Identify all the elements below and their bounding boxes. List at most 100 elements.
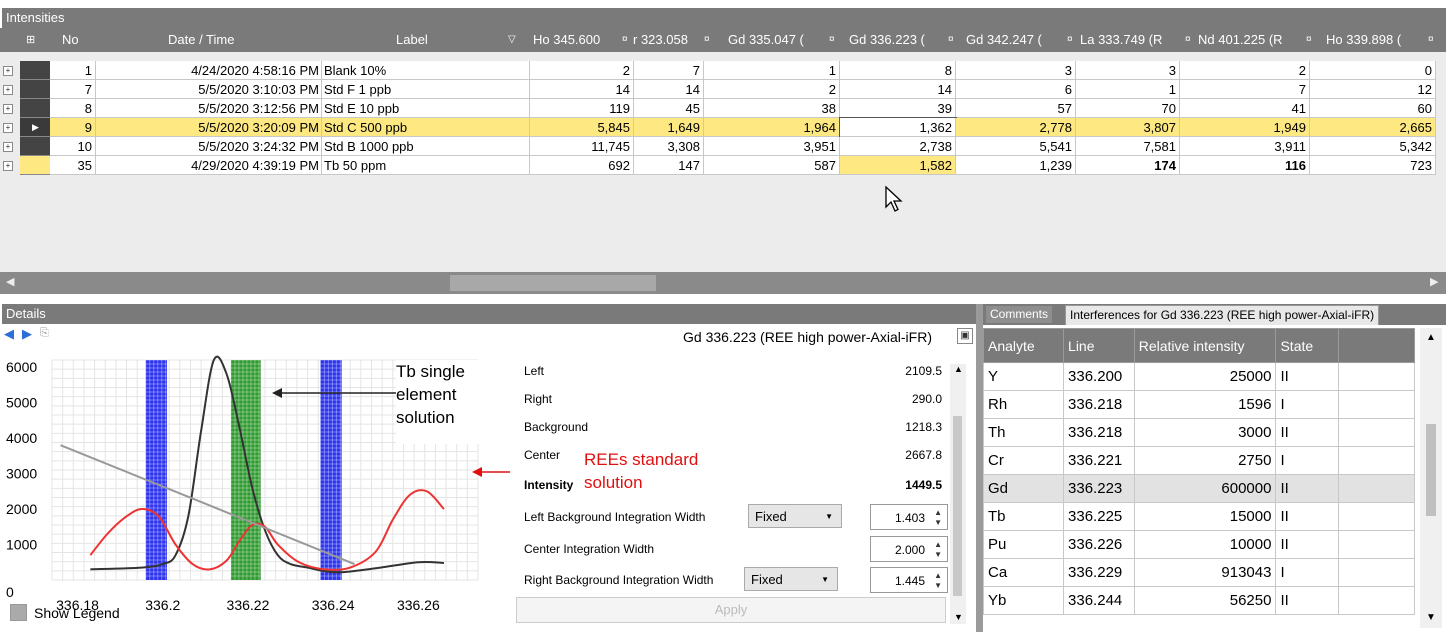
table-cell[interactable]: 119	[530, 99, 634, 118]
table-row[interactable]: +7 5/5/2020 3:10:03 PM Std F 1 ppb 14 14 2 14 6…	[0, 80, 1446, 99]
export-icon[interactable]: ▣	[957, 328, 973, 344]
column-datetime[interactable]: Date / Time	[168, 28, 268, 52]
col-state[interactable]: State	[1275, 328, 1339, 363]
scroll-left-icon[interactable]: ◀	[6, 275, 14, 288]
column-label[interactable]: Label	[396, 28, 456, 52]
spin-up-icon[interactable]: ▲	[934, 509, 942, 517]
interference-row[interactable]: Ca 336.229 913043 I	[982, 558, 1416, 587]
col-line[interactable]: Line	[1063, 328, 1135, 363]
table-cell[interactable]: 12	[1310, 80, 1436, 99]
table-cell[interactable]: Std B 1000 ppb	[322, 137, 530, 156]
row-selector[interactable]	[20, 156, 50, 175]
table-cell[interactable]: 14	[840, 80, 956, 99]
pin-icon[interactable]: ¤	[622, 28, 632, 52]
table-cell[interactable]: 2	[1180, 61, 1310, 80]
table-cell[interactable]: 4/24/2020 4:58:16 PM	[96, 61, 322, 80]
table-cell[interactable]: 4/29/2020 4:39:19 PM	[96, 156, 322, 175]
scroll-thumb[interactable]	[450, 275, 656, 291]
table-cell[interactable]: 5,342	[1310, 137, 1436, 156]
table-row[interactable]: +10 5/5/2020 3:24:32 PM Std B 1000 ppb 11,7…	[0, 137, 1446, 156]
table-cell[interactable]: 2,738	[840, 137, 956, 156]
table-cell[interactable]: 147	[634, 156, 704, 175]
expand-icon[interactable]: +	[3, 66, 13, 76]
table-cell[interactable]: 38	[704, 99, 840, 118]
pin-icon[interactable]: ¤	[1067, 28, 1077, 52]
row-selector[interactable]	[20, 137, 50, 156]
table-cell[interactable]: 3,308	[634, 137, 704, 156]
table-cell[interactable]: 723	[1310, 156, 1436, 175]
table-cell[interactable]: 7	[634, 61, 704, 80]
tab-interferences[interactable]: Interferences for Gd 336.223 (REE high p…	[1065, 305, 1380, 326]
pin-icon[interactable]: ¤	[948, 28, 958, 52]
table-cell[interactable]: 14	[634, 80, 704, 99]
expand-icon[interactable]: +	[3, 123, 13, 133]
table-cell[interactable]: 1,582	[840, 156, 956, 175]
table-cell[interactable]: 2,665	[1310, 118, 1436, 137]
table-cell[interactable]: 5,845	[530, 118, 634, 137]
table-cell[interactable]: Std E 10 ppb	[322, 99, 530, 118]
interference-row[interactable]: Cr 336.221 2750 I	[982, 446, 1416, 475]
spin-up-icon[interactable]: ▲	[934, 572, 942, 580]
table-cell[interactable]: 587	[704, 156, 840, 175]
interference-row[interactable]: Pu 336.226 10000 II	[982, 530, 1416, 559]
table-cell[interactable]: 5,541	[956, 137, 1076, 156]
col-relative-intensity[interactable]: Relative intensity	[1133, 328, 1277, 363]
table-cell[interactable]: 3,951	[704, 137, 840, 156]
copy-icon[interactable]: ⎘	[40, 327, 49, 340]
pin-icon[interactable]: ¤	[1306, 28, 1316, 52]
table-cell[interactable]: 5/5/2020 3:10:03 PM	[96, 80, 322, 99]
interference-row[interactable]: Th 336.218 3000 II	[982, 418, 1416, 447]
tab-comments[interactable]: Comments	[986, 306, 1053, 323]
scroll-up-icon[interactable]: ▲	[954, 364, 963, 374]
rbiw-spinner[interactable]: 1.445 ▲ ▼	[870, 567, 948, 593]
interference-row[interactable]: Yb 336.244 56250 II	[982, 586, 1416, 615]
row-selector[interactable]	[20, 61, 50, 80]
pin-icon[interactable]: ¤	[1428, 28, 1438, 52]
column-gd335[interactable]: Gd 335.047 (	[728, 28, 826, 52]
table-cell[interactable]: 57	[956, 99, 1076, 118]
apply-button[interactable]: Apply	[516, 597, 946, 623]
column-gd342[interactable]: Gd 342.247 (	[966, 28, 1064, 52]
spin-down-icon[interactable]: ▼	[934, 582, 942, 590]
column-ho339[interactable]: Ho 339.898 (	[1326, 28, 1426, 52]
table-cell[interactable]: 2,778	[956, 118, 1076, 137]
table-cell[interactable]: 3	[956, 61, 1076, 80]
table-cell[interactable]: 1,362	[839, 117, 957, 138]
spin-up-icon[interactable]: ▲	[934, 541, 942, 549]
table-cell[interactable]: 39	[840, 99, 956, 118]
table-cell[interactable]: 5/5/2020 3:24:32 PM	[96, 137, 322, 156]
grid-horizontal-scrollbar[interactable]: ◀ ▶	[0, 272, 1446, 294]
interferences-scroll-thumb[interactable]	[1426, 424, 1436, 516]
table-cell[interactable]: 1,964	[704, 118, 840, 137]
rbiw-mode-select[interactable]: Fixed ▼	[744, 567, 838, 591]
table-cell[interactable]: 6	[956, 80, 1076, 99]
interference-row[interactable]: Y 336.200 25000 II	[982, 362, 1416, 391]
table-cell[interactable]: Std F 1 ppb	[322, 80, 530, 99]
expand-icon[interactable]: +	[3, 85, 13, 95]
scroll-down-icon[interactable]: ▼	[1426, 612, 1436, 623]
col-analyte[interactable]: Analyte	[982, 328, 1065, 363]
table-cell[interactable]: 5/5/2020 3:12:56 PM	[96, 99, 322, 118]
row-selector[interactable]	[20, 99, 50, 118]
column-nd401[interactable]: Nd 401.225 (R	[1198, 28, 1304, 52]
table-cell[interactable]: 11,745	[530, 137, 634, 156]
interference-row[interactable]: Tb 336.225 15000 II	[982, 502, 1416, 531]
table-cell[interactable]: 35	[50, 156, 96, 175]
row-selector[interactable]: ▶	[20, 118, 50, 137]
first-icon[interactable]: ◀	[4, 326, 14, 342]
table-cell[interactable]: 3,911	[1180, 137, 1310, 156]
table-cell[interactable]: Tb 50 ppm	[322, 156, 530, 175]
table-cell[interactable]: 2	[530, 61, 634, 80]
row-selector[interactable]	[20, 80, 50, 99]
table-cell[interactable]: 0	[1310, 61, 1436, 80]
column-gd336[interactable]: Gd 336.223 (	[849, 28, 947, 52]
table-cell[interactable]: 7	[1180, 80, 1310, 99]
scroll-up-icon[interactable]: ▲	[1426, 332, 1436, 343]
table-cell[interactable]: 116	[1180, 156, 1310, 175]
expand-icon[interactable]: +	[3, 142, 13, 152]
table-cell[interactable]: 1,949	[1180, 118, 1310, 137]
table-row[interactable]: +35 4/29/2020 4:39:19 PM Tb 50 ppm 692 147 58…	[0, 156, 1446, 175]
lbiw-mode-select[interactable]: Fixed ▼	[748, 504, 842, 528]
interferences-scrollbar[interactable]: ▲ ▼	[1420, 328, 1442, 628]
filter-icon[interactable]: ▽	[508, 28, 520, 52]
